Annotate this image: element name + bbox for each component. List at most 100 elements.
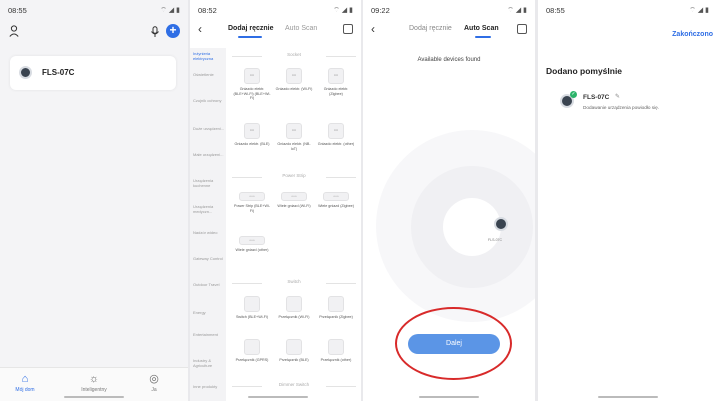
- product-item[interactable]: Switch (BLE+Wi-Fi): [233, 296, 271, 320]
- product-name: Gniazdo elektr. (BLE+Wi-Fi) (BLE+Wi-Fi): [233, 87, 271, 101]
- socket-icon: ▫▫: [244, 68, 260, 84]
- section-title: Power Strip: [282, 173, 306, 178]
- category-item[interactable]: Duże urządzeni...: [193, 126, 225, 131]
- product-item[interactable]: Przełącznik (other): [317, 339, 355, 363]
- active-tab-indicator: [238, 36, 262, 38]
- section-header: Dimmer Switch: [232, 382, 356, 390]
- product-item[interactable]: ▫▫ Gniazdo elektr. (other): [317, 123, 355, 147]
- tab-add-manually[interactable]: Dodaj ręcznie: [228, 25, 274, 32]
- product-item[interactable]: ▫▫▫ Wiele gniazd (other): [233, 236, 271, 253]
- category-item[interactable]: Nadzór wideo: [193, 230, 225, 235]
- device-name: FLS-07C: [583, 94, 610, 101]
- power-strip-icon: ▫▫▫: [323, 192, 349, 201]
- success-message: Dodawanie urządzenia powiodło się.: [583, 105, 660, 110]
- product-item[interactable]: Przełącznik (Zigbee): [317, 296, 355, 320]
- tab-auto-scan[interactable]: Auto Scan: [464, 25, 499, 32]
- category-item[interactable]: Industry & Agriculture: [193, 358, 225, 368]
- product-name: Gniazdo elektr. (Wi-Fi): [275, 87, 313, 91]
- power-strip-icon: ▫▫▫: [239, 236, 265, 245]
- tab-auto-scan[interactable]: Auto Scan: [285, 25, 317, 32]
- add-device-button[interactable]: +: [166, 24, 180, 38]
- tab-home-label: Mój dom: [15, 387, 35, 393]
- home-indicator: [64, 396, 124, 398]
- microphone-icon[interactable]: [150, 26, 160, 38]
- status-bar: 08:52 ⌔ ◢ ▮: [198, 6, 353, 16]
- status-time: 09:22: [371, 6, 390, 15]
- switch-icon: [286, 296, 302, 312]
- status-time: 08:55: [8, 6, 27, 15]
- product-name: Przełącznik (BLE): [279, 358, 309, 362]
- category-item[interactable]: Urządzenia kuchenne: [193, 178, 225, 188]
- category-sidebar: Inżynieria elektryczna Oświetlenie Czujn…: [190, 48, 226, 401]
- socket-icon: ▫▫: [328, 123, 344, 139]
- back-arrow-icon[interactable]: ‹: [371, 22, 375, 36]
- socket-icon: ▫▫: [328, 68, 344, 84]
- tab-home[interactable]: ⌂ Mój dom: [0, 372, 50, 393]
- product-item[interactable]: Przełącznik (GPRS): [233, 339, 271, 363]
- scan-qr-icon[interactable]: [517, 24, 527, 34]
- product-item[interactable]: ▫▫ Gniazdo elektr. (BLE+Wi-Fi) (BLE+Wi-Fi…: [233, 68, 271, 101]
- success-title: Dodano pomyślnie: [546, 66, 623, 76]
- back-arrow-icon[interactable]: ‹: [198, 22, 202, 36]
- product-name: Wiele gniazd (Zigbee): [318, 204, 354, 208]
- section-title: Switch: [287, 279, 301, 284]
- status-time: 08:52: [198, 6, 217, 15]
- check-icon: ✓: [570, 91, 577, 98]
- category-item[interactable]: Inne produkty: [193, 384, 225, 389]
- product-name: Gniazdo elektr. (other): [317, 142, 355, 146]
- product-name: Wiele gniazd (other): [235, 248, 269, 252]
- category-item[interactable]: Urządzenia medyczn...: [193, 204, 225, 214]
- home-indicator: [598, 396, 658, 398]
- top-nav: ‹ Dodaj ręcznie Auto Scan: [190, 22, 361, 38]
- product-name: Switch (BLE+Wi-Fi): [235, 315, 269, 319]
- product-name: Przełącznik (Wi-Fi): [278, 315, 310, 319]
- product-name: Przełącznik (GPRS): [235, 358, 269, 362]
- product-item[interactable]: ▫▫▫ Wiele gniazd (Wi-Fi): [275, 192, 313, 209]
- user-icon[interactable]: [9, 25, 19, 37]
- tab-smart[interactable]: ☼ Inteligentny: [69, 372, 119, 393]
- product-name: Gniazdo elektr. (NB-IoT): [277, 142, 311, 151]
- status-bar: 08:55 ⌔ ◢ ▮: [546, 6, 709, 16]
- found-device-icon[interactable]: [494, 217, 508, 231]
- add-manually-screen: 08:52 ⌔ ◢ ▮ ‹ Dodaj ręcznie Auto Scan In…: [190, 0, 361, 401]
- category-item[interactable]: Małe urządzeni...: [193, 152, 225, 157]
- category-item[interactable]: Entertainment: [193, 332, 225, 337]
- socket-icon: ▫▫: [244, 123, 260, 139]
- found-device-label: FLS-07C: [488, 238, 503, 242]
- category-item[interactable]: Oświetlenie: [193, 72, 225, 77]
- edit-pencil-icon[interactable]: ✎: [615, 93, 620, 100]
- product-item[interactable]: ▫▫▫ Power Strip (BLE+Wi-Fi): [233, 192, 271, 213]
- product-item[interactable]: ▫▫▫ Wiele gniazd (Zigbee): [317, 192, 355, 209]
- top-nav: ‹ Dodaj ręcznie Auto Scan: [363, 22, 535, 38]
- product-item[interactable]: Przełącznik (Wi-Fi): [275, 296, 313, 320]
- highlight-circle: [395, 307, 512, 380]
- home-icon: ⌂: [21, 373, 29, 385]
- signal-battery-icon: ⌔ ◢ ▮: [507, 7, 527, 14]
- category-item[interactable]: Outdoor Travel: [193, 282, 225, 287]
- status-bar: 08:55 ⌔ ◢ ▮: [8, 6, 180, 16]
- category-item[interactable]: Gateway Control: [193, 256, 225, 261]
- device-card[interactable]: FLS-07C: [10, 56, 176, 90]
- power-strip-icon: ▫▫▫: [239, 192, 265, 201]
- product-item[interactable]: ▫▫ Gniazdo elektr. (BLE): [233, 123, 271, 147]
- category-item[interactable]: Inżynieria elektryczna: [193, 51, 225, 61]
- tab-add-manually[interactable]: Dodaj ręcznie: [409, 25, 452, 32]
- done-button[interactable]: Zakończono: [672, 31, 713, 38]
- product-item[interactable]: Przełącznik (BLE): [275, 339, 313, 363]
- product-name: Przełącznik (other): [320, 358, 352, 362]
- section-header: Power Strip: [232, 173, 356, 181]
- product-item[interactable]: ▫▫ Gniazdo elektr. (Wi-Fi): [275, 68, 313, 92]
- scan-qr-icon[interactable]: [343, 24, 353, 34]
- section-header: Socket: [232, 52, 356, 60]
- home-indicator: [248, 396, 308, 398]
- product-name: Przełącznik (Zigbee): [319, 315, 353, 319]
- product-item[interactable]: ▫▫ Gniazdo elektr. (NB-IoT): [275, 123, 313, 151]
- sun-icon: ☼: [88, 373, 100, 385]
- category-item[interactable]: Energy: [193, 310, 225, 315]
- tab-profile-label: Ja: [151, 387, 157, 393]
- category-item[interactable]: Czujnik ochrony: [193, 98, 225, 103]
- tab-profile[interactable]: ◎ Ja: [129, 372, 179, 393]
- socket-icon: ▫▫: [286, 68, 302, 84]
- product-item[interactable]: ▫▫ Gniazdo elektr. (Zigbee): [317, 68, 355, 96]
- tab-smart-label: Inteligentny: [81, 387, 107, 393]
